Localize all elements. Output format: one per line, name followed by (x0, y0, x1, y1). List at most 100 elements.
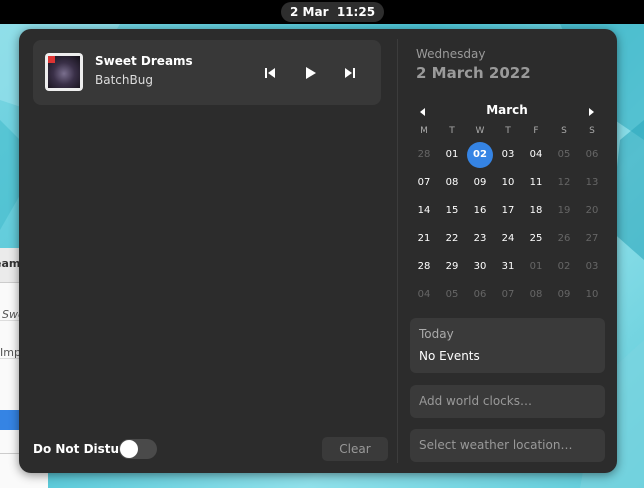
calendar-day-number: 07 (417, 177, 431, 188)
world-clocks-button[interactable]: Add world clocks… (410, 385, 605, 418)
calendar-day-number: 21 (417, 233, 431, 244)
calendar-day[interactable]: 06 (466, 281, 494, 309)
calendar-week-row: 28 01 02 03 04 05 06 (410, 141, 606, 169)
calendar-day-number: 01 (529, 261, 543, 272)
toggle-knob (120, 440, 138, 458)
calendar-day[interactable]: 20 (578, 197, 606, 225)
weekday-header: S (589, 126, 595, 136)
clear-notifications-button[interactable]: Clear (322, 437, 388, 461)
calendar-day[interactable]: 30 (466, 253, 494, 281)
calendar-week-row: 28 29 30 31 01 02 03 (410, 253, 606, 281)
calendar-day[interactable]: 01 (522, 253, 550, 281)
calendar-day[interactable]: 01 (438, 141, 466, 169)
next-month-icon[interactable] (585, 106, 597, 118)
panel-divider (397, 39, 398, 463)
background-window-row-text: Imp (0, 346, 21, 359)
calendar-day[interactable]: 06 (578, 141, 606, 169)
calendar-day[interactable]: 03 (494, 141, 522, 169)
calendar-day-number: 03 (501, 149, 515, 160)
previous-track-icon[interactable] (261, 64, 279, 82)
calendar-day-number: 16 (473, 205, 487, 216)
calendar-day[interactable]: 27 (578, 225, 606, 253)
calendar-day-number: 08 (445, 177, 459, 188)
calendar-day-number: 09 (473, 177, 487, 188)
calendar-day-number: 13 (585, 177, 599, 188)
weather-location-button[interactable]: Select weather location… (410, 429, 605, 462)
calendar-day[interactable]: 03 (578, 253, 606, 281)
previous-month-icon[interactable] (417, 106, 429, 118)
top-bar: 2 Mar 11:25 (0, 0, 644, 24)
weather-location-label: Select weather location… (419, 438, 573, 452)
calendar-day-number: 09 (557, 289, 571, 300)
calendar-day-number: 01 (445, 149, 459, 160)
calendar-day-number: 22 (445, 233, 459, 244)
calendar-day[interactable]: 19 (550, 197, 578, 225)
calendar-day-number: 18 (529, 205, 543, 216)
calendar-day[interactable]: 29 (438, 253, 466, 281)
calendar-day[interactable]: 09 (550, 281, 578, 309)
calendar-day[interactable]: 07 (494, 281, 522, 309)
album-art (45, 53, 83, 91)
clock-time: 11:25 (336, 5, 376, 19)
calendar-full-date[interactable]: 2 March 2022 (416, 64, 531, 82)
calendar-day-number: 06 (473, 289, 487, 300)
date-menu-panel: Sweet Dreams BatchBug Do Not Disturb Cle… (19, 29, 617, 473)
calendar-day-number: 29 (445, 261, 459, 272)
calendar-day[interactable]: 09 (466, 169, 494, 197)
next-track-icon[interactable] (341, 64, 359, 82)
calendar-day[interactable]: 08 (438, 169, 466, 197)
calendar-day[interactable]: 12 (550, 169, 578, 197)
calendar-day[interactable]: 28 (410, 141, 438, 169)
calendar-day[interactable]: 07 (410, 169, 438, 197)
calendar-month-label: March (486, 103, 528, 117)
weekday-header: T (505, 126, 511, 136)
calendar-day[interactable]: 13 (578, 169, 606, 197)
calendar-day[interactable]: 26 (550, 225, 578, 253)
calendar-day[interactable]: 04 (410, 281, 438, 309)
weekday-header: T (449, 126, 455, 136)
calendar-day-number: 19 (557, 205, 571, 216)
calendar-day-today[interactable]: 02 (466, 141, 494, 169)
calendar-day-number: 04 (529, 149, 543, 160)
events-body: No Events (419, 349, 480, 363)
calendar-day[interactable]: 28 (410, 253, 438, 281)
calendar-day[interactable]: 17 (494, 197, 522, 225)
calendar-day[interactable]: 04 (522, 141, 550, 169)
calendar-day[interactable]: 18 (522, 197, 550, 225)
calendar-day[interactable]: 23 (466, 225, 494, 253)
play-icon[interactable] (301, 64, 319, 82)
calendar-day-number: 11 (529, 177, 543, 188)
calendar-day[interactable]: 05 (438, 281, 466, 309)
weekday-header-row: MTWTFSS (410, 121, 606, 141)
calendar-week-row: 07 08 09 10 11 12 13 (410, 169, 606, 197)
calendar-day[interactable]: 21 (410, 225, 438, 253)
calendar-day-number: 05 (557, 149, 571, 160)
calendar-day[interactable]: 24 (494, 225, 522, 253)
calendar-day[interactable]: 31 (494, 253, 522, 281)
calendar-week-row: 04 05 06 07 08 09 10 (410, 281, 606, 309)
do-not-disturb-toggle[interactable] (119, 439, 157, 459)
calendar-day[interactable]: 10 (494, 169, 522, 197)
calendar-day[interactable]: 02 (550, 253, 578, 281)
media-player-card[interactable]: Sweet Dreams BatchBug (33, 40, 381, 105)
calendar-day-number: 06 (585, 149, 599, 160)
clock-button[interactable]: 2 Mar 11:25 (281, 2, 385, 22)
calendar-day[interactable]: 16 (466, 197, 494, 225)
calendar-day-number: 10 (501, 177, 515, 188)
calendar-day-number: 26 (557, 233, 571, 244)
calendar-day[interactable]: 22 (438, 225, 466, 253)
calendar-day[interactable]: 25 (522, 225, 550, 253)
calendar-day-number: 02 (473, 149, 487, 160)
calendar-day[interactable]: 14 (410, 197, 438, 225)
calendar-day-number: 23 (473, 233, 487, 244)
calendar-day-number: 24 (501, 233, 515, 244)
calendar-day[interactable]: 05 (550, 141, 578, 169)
events-card[interactable]: Today No Events (410, 318, 605, 373)
calendar-day[interactable]: 11 (522, 169, 550, 197)
calendar-day[interactable]: 08 (522, 281, 550, 309)
calendar-day-number: 08 (529, 289, 543, 300)
calendar-day-number: 28 (417, 149, 431, 160)
calendar-day[interactable]: 10 (578, 281, 606, 309)
calendar-day-number: 07 (501, 289, 515, 300)
calendar-day[interactable]: 15 (438, 197, 466, 225)
